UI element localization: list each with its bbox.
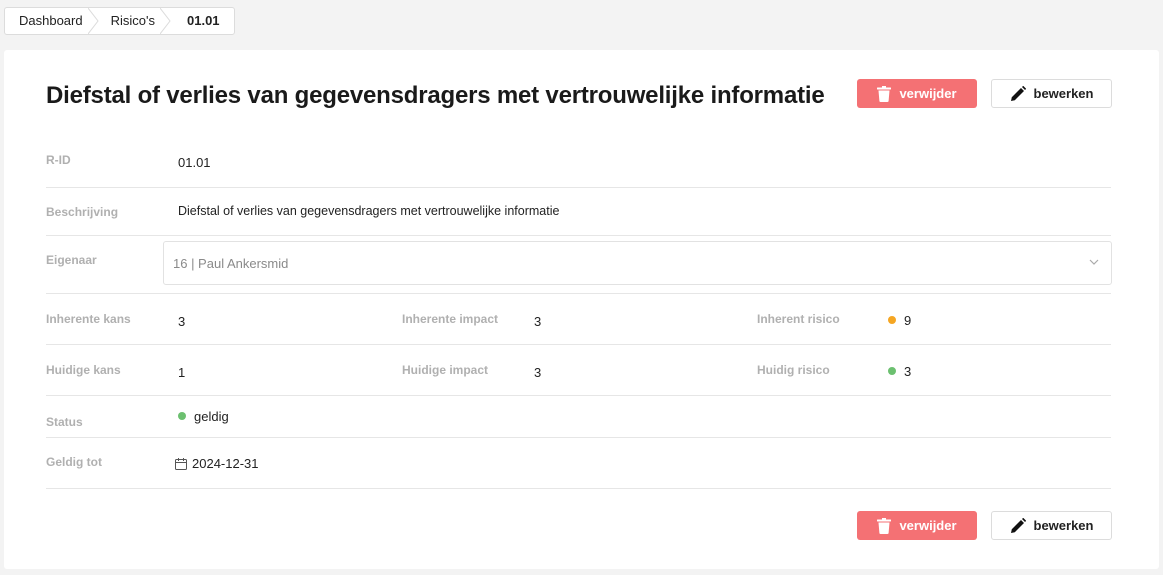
delete-button-label: verwijder bbox=[899, 518, 957, 533]
green-status-dot bbox=[888, 367, 896, 375]
edit-button-bottom[interactable]: bewerken bbox=[991, 511, 1112, 540]
edit-button-label: bewerken bbox=[1033, 518, 1094, 533]
edit-button-label: bewerken bbox=[1033, 86, 1094, 101]
owner-select[interactable]: 16 | Paul Ankersmid bbox=[163, 241, 1112, 285]
valid-until-value: 2024-12-31 bbox=[192, 456, 259, 471]
pencil-icon bbox=[1010, 517, 1026, 533]
delete-button-bottom[interactable]: verwijder bbox=[857, 511, 977, 540]
breadcrumb-item-risicos[interactable]: Risico's bbox=[95, 8, 171, 34]
breadcrumb-label: Dashboard bbox=[19, 13, 83, 28]
field-row-inherent: Inherente kans 3 Inherente impact 3 Inhe… bbox=[46, 294, 1111, 345]
field-row-valid-until: Geldig tot 2024-12-31 bbox=[46, 438, 1111, 489]
huidig-risico-value: 3 bbox=[904, 364, 912, 379]
field-row-status: Status geldig bbox=[46, 396, 1111, 438]
inherent-impact-label: Inherente impact bbox=[402, 312, 499, 326]
pencil-icon bbox=[1010, 85, 1026, 101]
breadcrumb-label: 01.01 bbox=[187, 13, 220, 28]
status-label: Status bbox=[46, 415, 83, 429]
orange-status-dot bbox=[888, 316, 896, 324]
breadcrumb-label: Risico's bbox=[110, 13, 155, 28]
huidig-risico: 3 bbox=[888, 364, 911, 379]
inherent-kans-label: Inherente kans bbox=[46, 312, 131, 326]
field-row-description: Beschrijving Diefstal of verlies van geg… bbox=[46, 188, 1111, 236]
inherent-kans-value: 3 bbox=[178, 314, 186, 329]
inherent-risico: 9 bbox=[888, 313, 911, 328]
trash-icon bbox=[877, 85, 892, 102]
delete-button-label: verwijder bbox=[899, 86, 957, 101]
chevron-down-icon bbox=[1089, 259, 1099, 265]
breadcrumb-item-current: 01.01 bbox=[167, 8, 234, 34]
rid-value: 01.01 bbox=[178, 155, 211, 170]
page-title: Diefstal of verlies van gegevensdragers … bbox=[46, 82, 825, 109]
breadcrumb-separator bbox=[87, 8, 99, 34]
breadcrumb-separator bbox=[160, 8, 171, 34]
trash-icon bbox=[877, 517, 892, 534]
breadcrumb: Dashboard Risico's 01.01 bbox=[4, 7, 235, 35]
status-badge: geldig bbox=[178, 409, 229, 424]
status-value: geldig bbox=[194, 409, 229, 424]
risk-detail-card: Diefstal of verlies van gegevensdragers … bbox=[4, 50, 1159, 569]
huidige-impact-label: Huidige impact bbox=[402, 363, 489, 377]
owner-label: Eigenaar bbox=[46, 253, 97, 267]
valid-until-label: Geldig tot bbox=[46, 455, 102, 469]
valid-until: 2024-12-31 bbox=[175, 456, 259, 471]
description-label: Beschrijving bbox=[46, 205, 119, 219]
field-row-rid: R-ID 01.01 bbox=[46, 138, 1111, 188]
green-status-dot bbox=[178, 412, 186, 420]
huidig-risico-label: Huidig risico bbox=[757, 363, 830, 377]
edit-button[interactable]: bewerken bbox=[991, 79, 1112, 108]
calendar-icon bbox=[175, 457, 187, 470]
inherent-risico-value: 9 bbox=[904, 313, 912, 328]
inherent-risico-label: Inherent risico bbox=[757, 312, 840, 326]
field-row-current: Huidige kans 1 Huidige impact 3 Huidig r… bbox=[46, 345, 1111, 396]
huidige-kans-value: 1 bbox=[178, 365, 186, 380]
rid-label: R-ID bbox=[46, 153, 71, 167]
huidige-kans-label: Huidige kans bbox=[46, 363, 121, 377]
inherent-impact-value: 3 bbox=[534, 314, 542, 329]
breadcrumb-item-dashboard[interactable]: Dashboard bbox=[5, 8, 99, 34]
description-value: Diefstal of verlies van gegevensdragers … bbox=[178, 204, 560, 218]
owner-select-value: 16 | Paul Ankersmid bbox=[173, 256, 289, 271]
delete-button[interactable]: verwijder bbox=[857, 79, 977, 108]
huidige-impact-value: 3 bbox=[534, 365, 542, 380]
